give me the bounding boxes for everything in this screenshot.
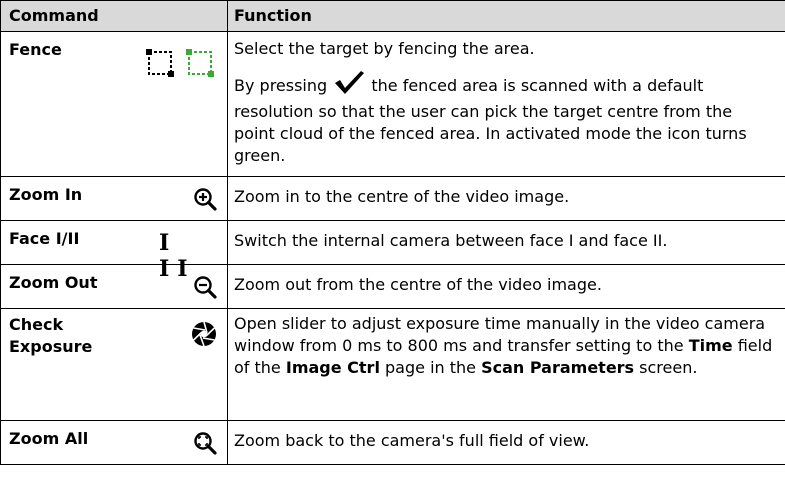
zoom-in-icon bbox=[193, 187, 217, 215]
checkmark-icon bbox=[332, 69, 366, 101]
zoom-out-icon bbox=[193, 275, 217, 303]
header-command: Command bbox=[0, 0, 228, 32]
command-label: Zoom All bbox=[9, 429, 89, 448]
fence-description-2: By pressing the fenced area is scanned w… bbox=[234, 69, 777, 167]
table-row: Check Exposure Open slider to adjust exp… bbox=[0, 308, 785, 421]
command-label: Check Exposure bbox=[9, 315, 93, 356]
command-cell: Check Exposure bbox=[0, 308, 228, 421]
command-label: Zoom In bbox=[9, 185, 83, 204]
table-row: Zoom Out Zoom out from the centre of the… bbox=[0, 264, 785, 309]
command-label: Fence bbox=[9, 40, 62, 59]
table-row: Face I/II I II Switch the internal camer… bbox=[0, 220, 785, 282]
zoom-all-icon bbox=[193, 431, 217, 459]
function-cell: Select the target by fencing the area. B… bbox=[227, 31, 785, 177]
fence-icon bbox=[144, 46, 216, 82]
table-row: Zoom All Zoom back to the camera's full … bbox=[0, 420, 785, 465]
command-cell: Zoom All bbox=[0, 420, 228, 465]
table-row: Fence Select the target by fencing the a… bbox=[0, 31, 785, 177]
table-row: Zoom In Zoom in to the centre of the vid… bbox=[0, 176, 785, 221]
header-row: Command Function bbox=[0, 0, 785, 32]
command-cell: Zoom In bbox=[0, 176, 228, 221]
function-cell: Zoom in to the centre of the video image… bbox=[227, 176, 785, 221]
fence-description-1: Select the target by fencing the area. bbox=[234, 39, 535, 58]
command-cell: Zoom Out bbox=[0, 264, 228, 309]
command-table: Command Function Fence Select the target… bbox=[0, 0, 785, 465]
command-cell: Face I/II I II bbox=[0, 220, 228, 282]
command-label: Face I/II bbox=[9, 229, 80, 248]
function-cell: Zoom out from the centre of the video im… bbox=[227, 264, 785, 309]
function-cell: Open slider to adjust exposure time manu… bbox=[227, 308, 785, 421]
command-cell: Fence bbox=[0, 31, 228, 177]
header-function: Function bbox=[227, 0, 785, 32]
command-label: Zoom Out bbox=[9, 273, 98, 292]
function-cell: Zoom back to the camera's full field of … bbox=[227, 420, 785, 465]
function-cell: Switch the internal camera between face … bbox=[227, 220, 785, 265]
aperture-icon bbox=[191, 321, 217, 351]
